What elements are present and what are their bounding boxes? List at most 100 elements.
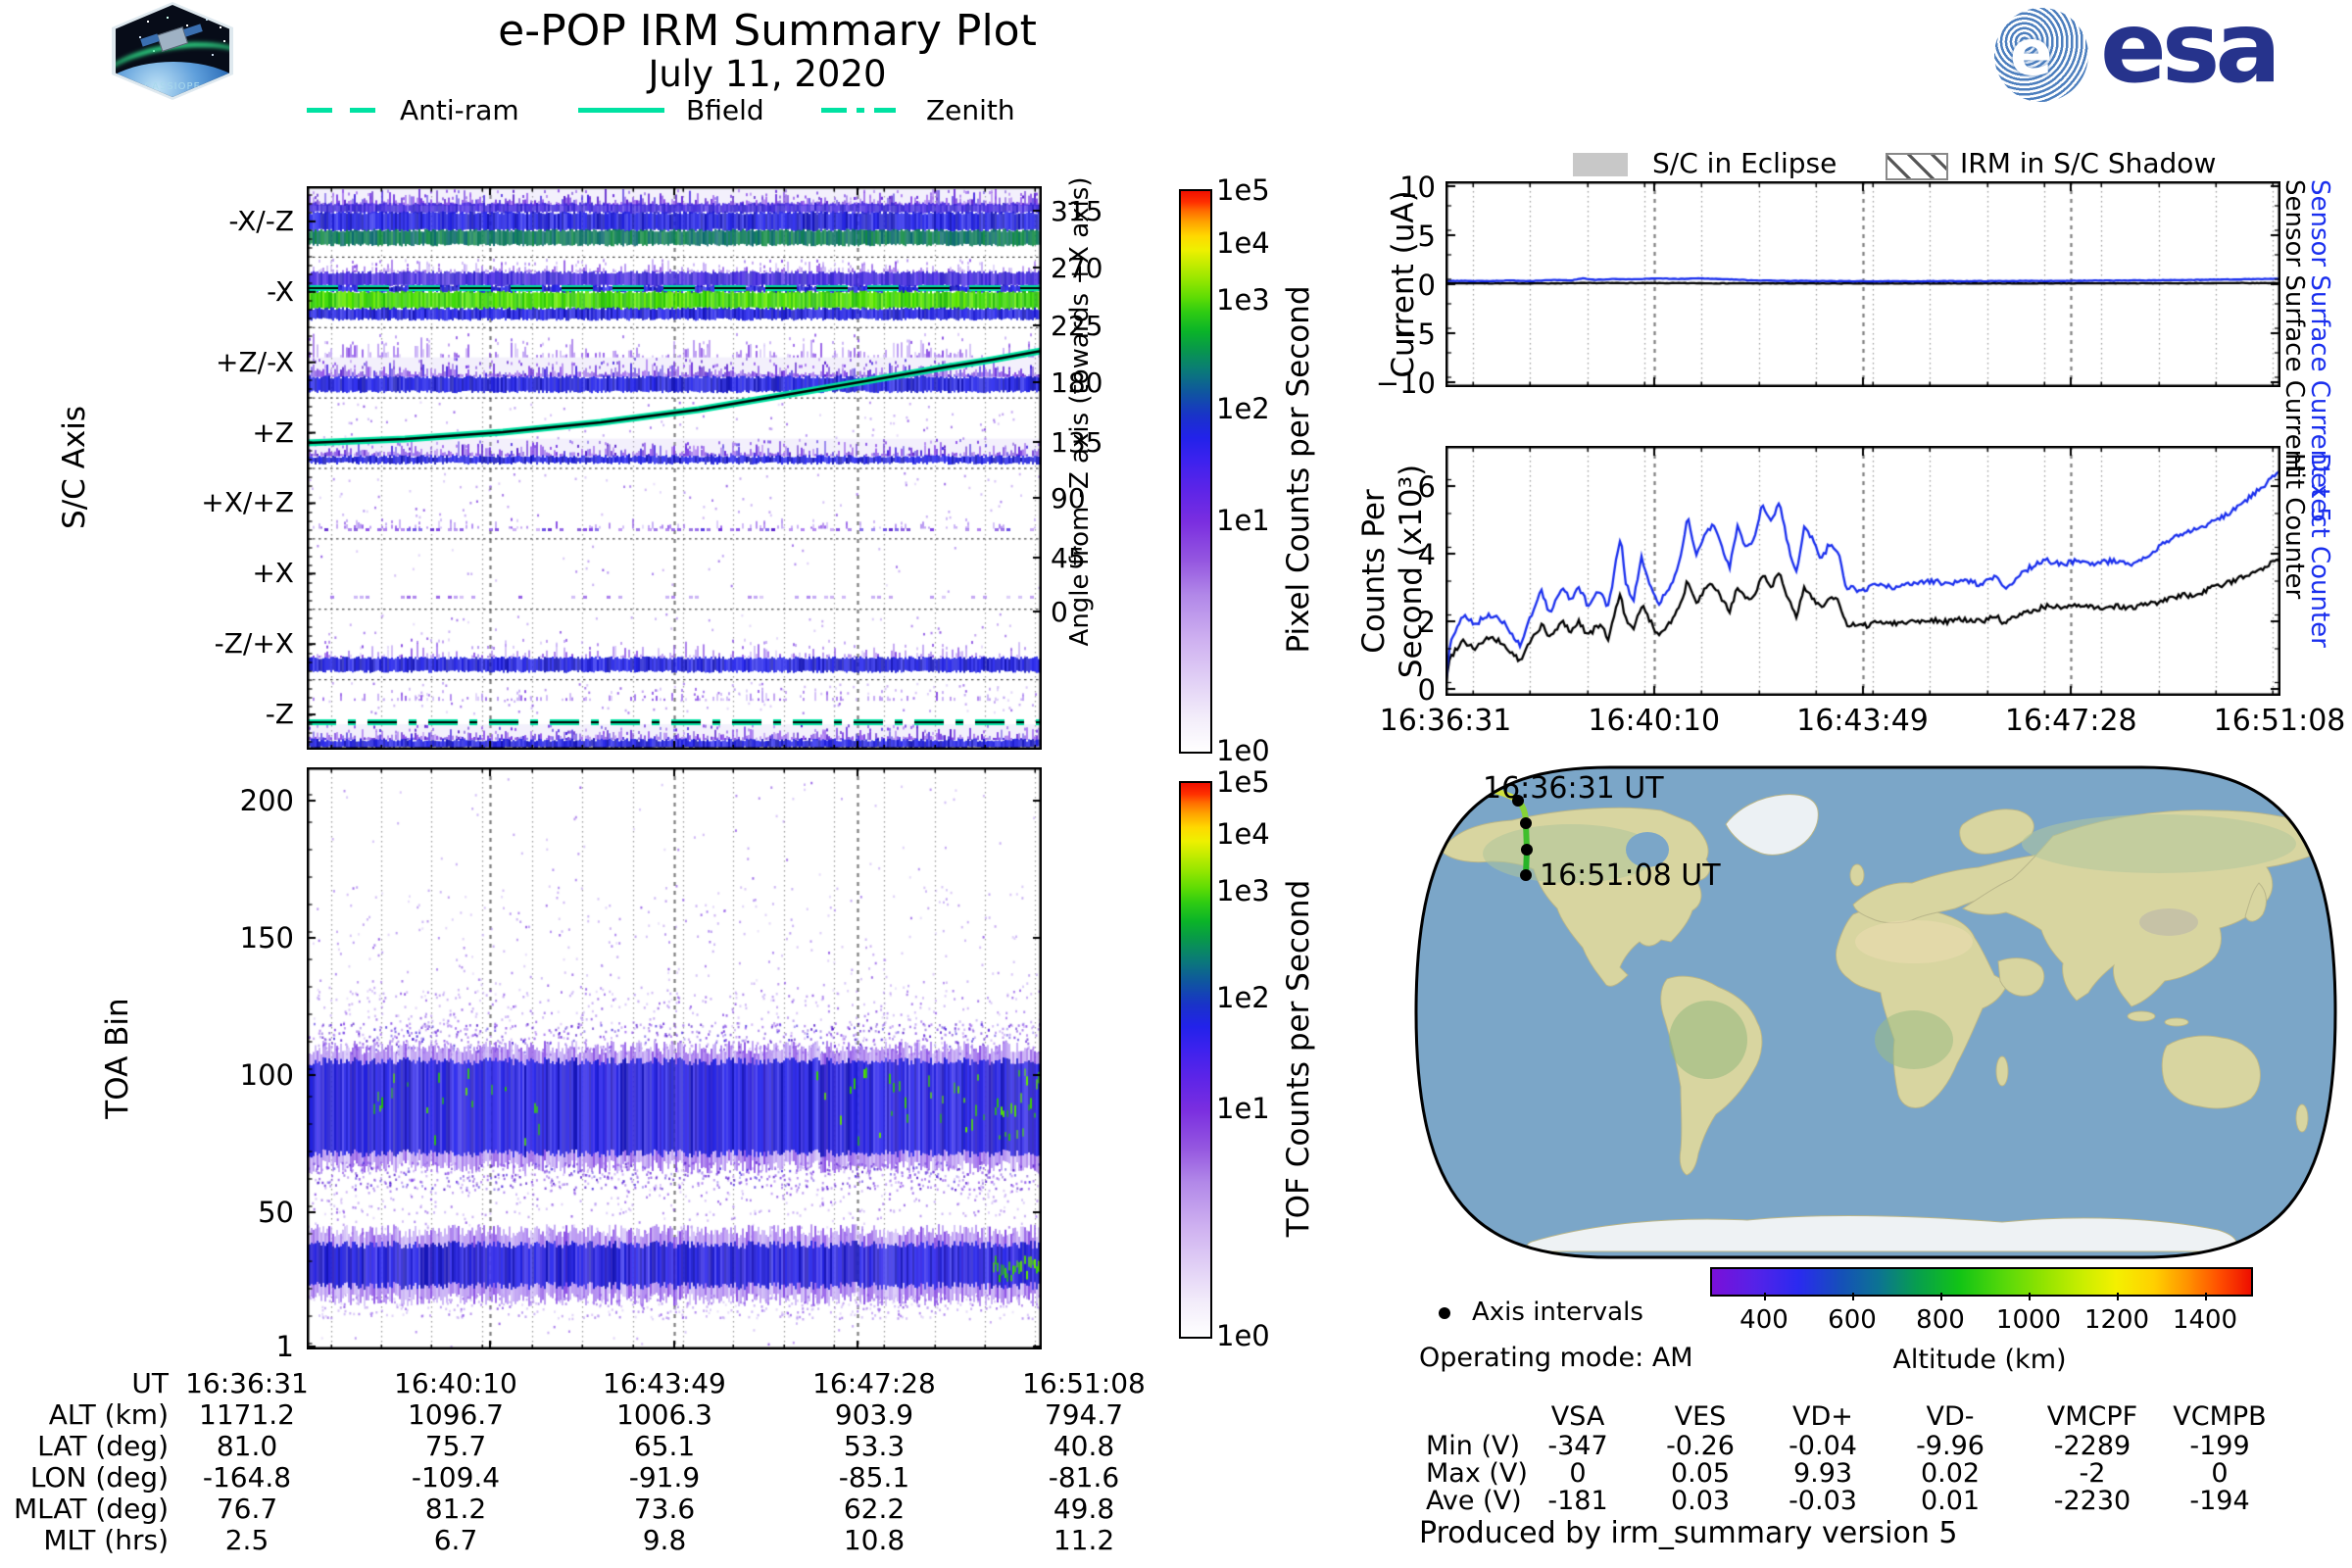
altitude-tick-label: 600 — [1803, 1305, 1901, 1335]
sc-axis-spectrogram — [307, 186, 1042, 750]
pixel-colorbar-tick-label: 1e4 — [1216, 226, 1270, 260]
altitude-tick-label: 1400 — [2156, 1305, 2254, 1335]
current-right-label-black: Sensor Surface Current — [2279, 179, 2309, 475]
pixel-colorbar — [1179, 189, 1212, 754]
spec1-row-label: +X — [139, 557, 294, 589]
voltage-cell: 9.93 — [1754, 1458, 1891, 1489]
spec1-ylabel: S/C Axis — [57, 406, 92, 529]
ephemeris-cell: -85.1 — [771, 1461, 977, 1494]
ephemeris-cell: 16:40:10 — [353, 1367, 559, 1399]
footer-note: Produced by irm_summary version 5 — [1419, 1516, 1957, 1550]
angle-tick-label: 135 — [1051, 426, 1102, 459]
time-tick-label: 16:40:10 — [1566, 704, 1742, 738]
esa-globe-e: e — [2010, 18, 2052, 90]
esa-wordmark: esa — [2100, 0, 2277, 105]
track-dot — [1520, 869, 1532, 881]
spec1-row-label: -X/-Z — [139, 205, 294, 237]
ephemeris-cell: -109.4 — [353, 1461, 559, 1494]
pixel-colorbar-tick-label: 1e5 — [1216, 173, 1270, 207]
voltage-header: VD- — [1882, 1401, 2019, 1432]
altitude-tick — [1852, 1293, 1854, 1300]
ephemeris-cell: 16:36:31 — [144, 1367, 350, 1399]
ephemeris-cell: -164.8 — [144, 1461, 350, 1494]
tof-colorbar-tick-label: 1e1 — [1216, 1092, 1270, 1125]
ephemeris-cell: 9.8 — [562, 1524, 767, 1556]
angle-tick-label: 90 — [1051, 482, 1086, 514]
voltage-cell: 0.01 — [1882, 1486, 2019, 1516]
counts-right-label-black: Hit Counter — [2279, 453, 2309, 599]
angle-tick-label: 225 — [1051, 310, 1102, 342]
tof-colorbar-tick-label: 1e0 — [1216, 1319, 1270, 1352]
voltage-cell: -2230 — [2024, 1486, 2161, 1516]
spec1-row-label: +X/+Z — [139, 486, 294, 518]
shadow-legend-label: IRM in S/C Shadow — [1960, 147, 2216, 179]
tof-colorbar-tick-label: 1e4 — [1216, 817, 1270, 851]
voltage-cell: -2 — [2024, 1458, 2161, 1489]
spec1-row-label: +Z/-X — [139, 346, 294, 378]
ephemeris-cell: 53.3 — [771, 1430, 977, 1462]
ephemeris-cell: 65.1 — [562, 1430, 767, 1462]
ephemeris-cell: 16:47:28 — [771, 1367, 977, 1399]
altitude-tick — [2205, 1293, 2207, 1300]
ephemeris-cell: 1171.2 — [144, 1398, 350, 1431]
toa-tick-label: 50 — [147, 1196, 294, 1229]
altitude-tick — [2117, 1293, 2119, 1300]
ephemeris-cell: 2.5 — [144, 1524, 350, 1556]
tof-colorbar — [1179, 781, 1212, 1339]
eclipse-swatch — [1573, 153, 1628, 176]
altitude-tick-label: 400 — [1715, 1305, 1813, 1335]
track-dot — [1520, 817, 1532, 829]
uk — [1850, 864, 1864, 886]
voltage-header: VMCPF — [2024, 1401, 2161, 1432]
page-title: e-POP IRM Summary Plot — [277, 6, 1257, 56]
voltage-cell: -0.03 — [1754, 1486, 1891, 1516]
counts-right-label-blue: Detect Counter — [2305, 453, 2334, 648]
bfield-legend-label: Bfield — [686, 94, 764, 126]
voltage-header: VD+ — [1754, 1401, 1891, 1432]
map-content — [1414, 765, 2337, 1259]
ephemeris-cell: 16:51:08 — [981, 1367, 1187, 1399]
tof-colorbar-tick-label: 1e2 — [1216, 981, 1270, 1014]
eclipse-legend-label: S/C in Eclipse — [1652, 147, 1837, 179]
voltage-row-label: Min (V) — [1426, 1431, 1520, 1461]
voltage-cell: 0 — [1509, 1458, 1646, 1489]
angle-tick-label: 45 — [1051, 542, 1086, 574]
voltage-cell: -347 — [1509, 1431, 1646, 1461]
ephemeris-cell: 62.2 — [771, 1493, 977, 1525]
voltage-cell: 0.03 — [1632, 1486, 1769, 1516]
page-subtitle: July 11, 2020 — [277, 53, 1257, 95]
counts-ytick-label: 6 — [1357, 470, 1436, 504]
angle-tick-label: 270 — [1051, 252, 1102, 284]
altitude-tick — [1764, 1293, 1766, 1300]
altitude-tick — [2029, 1293, 2031, 1300]
ephemeris-cell: 10.8 — [771, 1524, 977, 1556]
current-ytick-label: 10 — [1357, 171, 1436, 204]
voltage-cell: -181 — [1509, 1486, 1646, 1516]
zenith-legend-label: Zenith — [926, 94, 1015, 126]
counts-ytick-label: 0 — [1357, 673, 1436, 707]
time-tick-label: 16:51:08 — [2191, 704, 2352, 738]
ephemeris-cell: 40.8 — [981, 1430, 1187, 1462]
ephemeris-cell: 6.7 — [353, 1524, 559, 1556]
pixel-colorbar-tick-label: 1e2 — [1216, 392, 1270, 425]
voltage-cell: 0.02 — [1882, 1458, 2019, 1489]
time-tick-label: 16:36:31 — [1357, 704, 1534, 738]
track-start-label: 16:36:31 UT — [1483, 771, 1664, 806]
axis-intervals-dot — [1439, 1307, 1450, 1319]
satellite-panel-icon — [140, 33, 160, 46]
new-zealand — [2296, 1104, 2308, 1132]
pixel-colorbar-tick-label: 1e1 — [1216, 504, 1270, 537]
track-dot — [1467, 781, 1479, 793]
time-tick-label: 16:47:28 — [1983, 704, 2159, 738]
indonesia-2 — [2165, 1018, 2188, 1026]
current-ytick-label: 5 — [1357, 220, 1436, 253]
voltage-header: VSA — [1509, 1401, 1646, 1432]
toa-tick-label: 100 — [147, 1058, 294, 1092]
altitude-tick — [1940, 1293, 1942, 1300]
ephemeris-cell: 75.7 — [353, 1430, 559, 1462]
spec1-row-label: +Z — [139, 416, 294, 449]
current-ytick-label: 0 — [1357, 269, 1436, 302]
counts-chart — [1446, 446, 2280, 696]
track-dot — [1521, 844, 1533, 856]
pixel-colorbar-tick-label: 1e0 — [1216, 734, 1270, 767]
